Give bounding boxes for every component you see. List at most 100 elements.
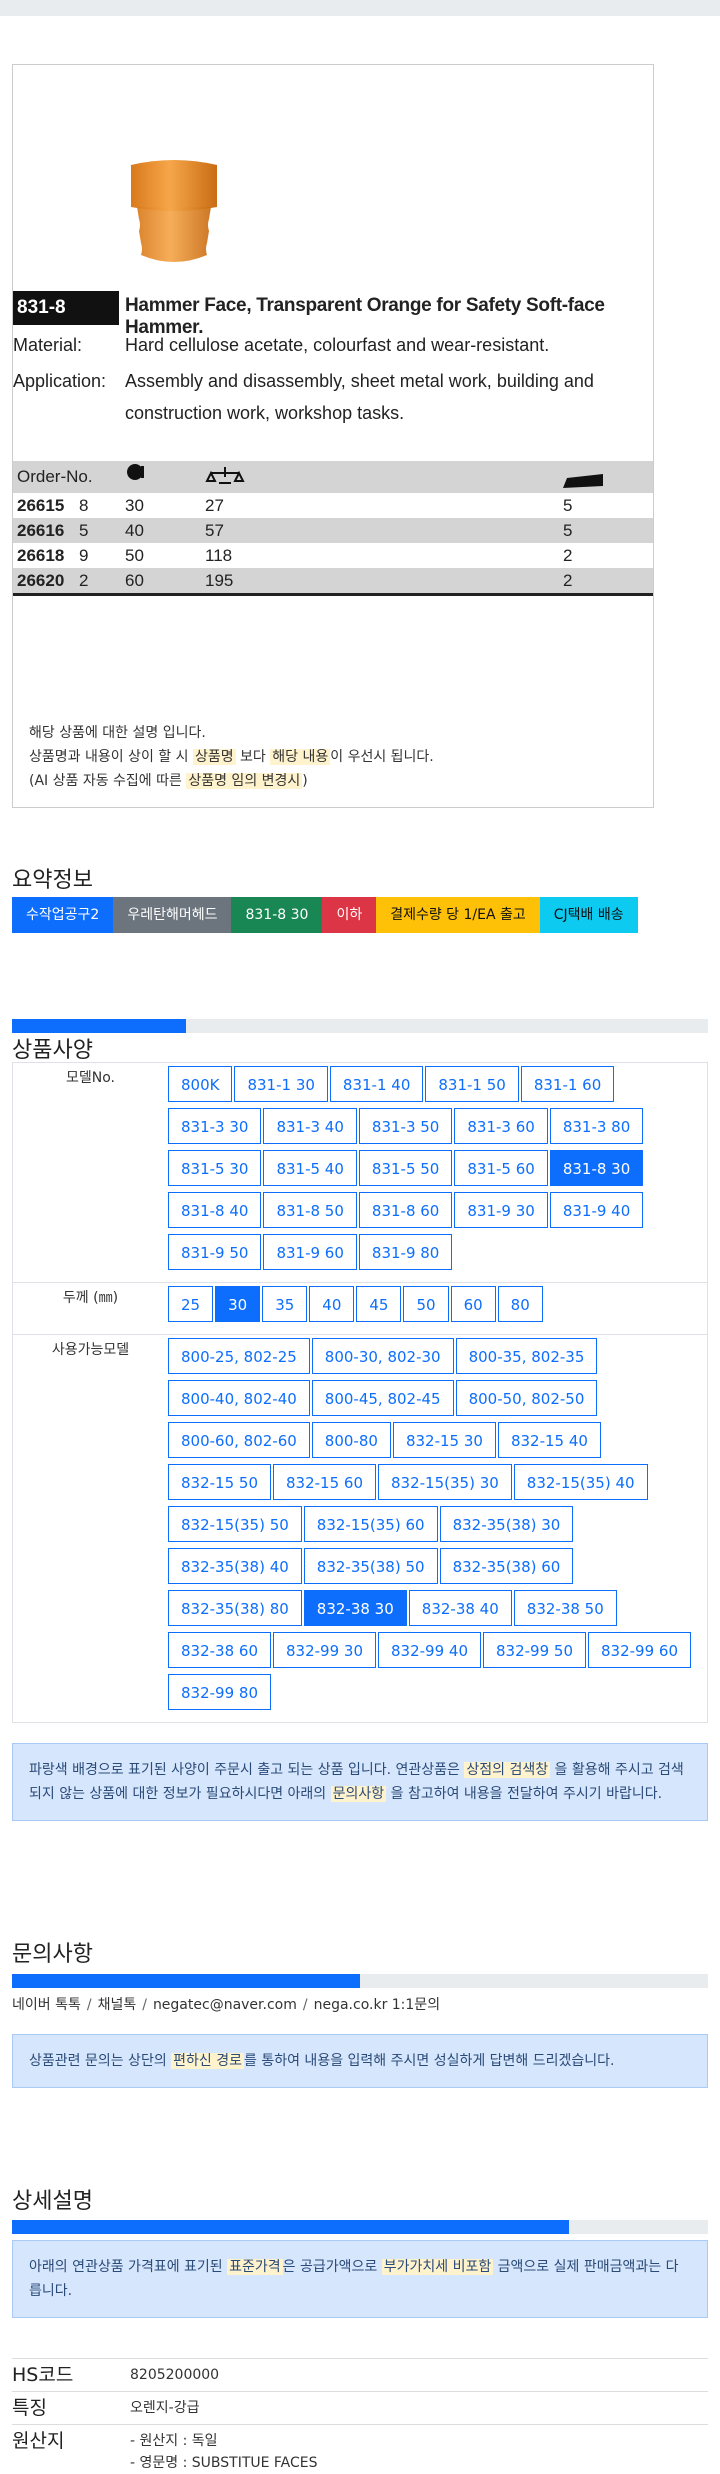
hammer-face-image	[131, 160, 217, 262]
compatible-option[interactable]: 832-15 50	[168, 1464, 271, 1500]
model-option[interactable]: 800K	[168, 1066, 233, 1102]
compatible-option[interactable]: 832-38 60	[168, 1632, 271, 1668]
model-option[interactable]: 831-8 50	[263, 1192, 357, 1228]
compatible-option[interactable]: 832-15 60	[273, 1464, 376, 1500]
compatible-option[interactable]: 832-15 30	[392, 1422, 496, 1458]
compatible-option[interactable]: 832-38 30	[303, 1590, 407, 1626]
compatible-option[interactable]: 832-35(38) 60	[439, 1548, 574, 1584]
thickness-option[interactable]: 25	[168, 1286, 214, 1322]
model-option[interactable]: 831-5 60	[454, 1150, 548, 1186]
compatible-option[interactable]: 832-35(38) 50	[303, 1548, 438, 1584]
compatible-option[interactable]: 832-38 40	[408, 1590, 512, 1626]
thickness-option[interactable]: 40	[309, 1286, 355, 1322]
compatible-option[interactable]: 800-45, 802-45	[311, 1380, 454, 1416]
model-option[interactable]: 831-9 60	[263, 1234, 357, 1270]
model-option[interactable]: 831-1 40	[329, 1066, 424, 1102]
application-label: Application:	[13, 371, 107, 391]
compatible-option[interactable]: 832-99 80	[168, 1674, 271, 1710]
compatible-option[interactable]: 832-15(35) 40	[513, 1464, 648, 1500]
model-label: 모델No.	[65, 1070, 115, 1086]
contact-links: 네이버 톡톡 / 채널톡 / negatec@naver.com / nega.co.kr …	[12, 1997, 441, 2013]
compatible-option[interactable]: 832-15(35) 30	[378, 1464, 512, 1500]
compatible-option[interactable]: 832-35(38) 80	[168, 1590, 302, 1626]
model-option[interactable]: 831-5 40	[263, 1150, 357, 1186]
contact-link[interactable]: 네이버 톡톡	[12, 1997, 81, 2013]
quantity: 2	[563, 546, 573, 565]
spec-row-thickness: 두께 (㎜) 25 30 35 40 45 50 60 80	[13, 1283, 707, 1335]
model-option[interactable]: 831-1 50	[425, 1066, 519, 1102]
compatible-option[interactable]: 832-99 60	[588, 1632, 691, 1668]
compatible-option[interactable]: 800-80	[311, 1422, 391, 1458]
order-no: 26620	[17, 571, 65, 590]
model-option[interactable]: 831-8 60	[358, 1192, 453, 1228]
product-description-box: 831-8 Hammer Face, Transparent Orange fo…	[12, 64, 654, 808]
origin-line-1: - 원산지 : 독일	[130, 2433, 218, 2449]
model-option[interactable]: 831-9 50	[168, 1234, 262, 1270]
model-option[interactable]: 831-8 30	[549, 1150, 644, 1186]
model-option[interactable]: 831-1 30	[234, 1066, 328, 1102]
compatible-option[interactable]: 832-35(38) 40	[168, 1548, 302, 1584]
spec-row-model: 모델No. 800K 831-1 30 831-1 40 831-1 50 831-1 …	[13, 1063, 707, 1283]
compatible-option[interactable]: 832-99 50	[483, 1632, 586, 1668]
hs-code-label: HS코드	[12, 2364, 74, 2386]
inquiry-progress	[12, 1974, 708, 1988]
compatible-option[interactable]: 832-99 40	[378, 1632, 481, 1668]
quantity: 5	[563, 521, 573, 540]
thickness-option[interactable]: 30	[215, 1286, 261, 1322]
model-option[interactable]: 831-9 40	[549, 1192, 644, 1228]
model-option[interactable]: 831-3 80	[549, 1108, 644, 1144]
compatible-option[interactable]: 800-25, 802-25	[168, 1338, 310, 1374]
thickness-option[interactable]: 50	[403, 1286, 449, 1322]
compatible-option[interactable]: 800-50, 802-50	[455, 1380, 598, 1416]
summary-tag: 831-8 30	[231, 897, 323, 933]
model-option[interactable]: 831-3 40	[263, 1108, 357, 1144]
model-option[interactable]: 831-8 40	[168, 1192, 262, 1228]
quantity: 5	[563, 496, 573, 515]
model-option[interactable]: 831-9 30	[454, 1192, 548, 1228]
model-option[interactable]: 831-3 60	[454, 1108, 548, 1144]
diameter: 50	[125, 546, 144, 565]
model-option[interactable]: 831-9 80	[358, 1234, 453, 1270]
compatible-option[interactable]: 800-40, 802-40	[168, 1380, 310, 1416]
contact-link[interactable]: 채널톡	[98, 1997, 137, 2013]
contact-link[interactable]: nega.co.kr 1:1문의	[314, 1997, 440, 2013]
compatible-option[interactable]: 832-35(38) 30	[439, 1506, 574, 1542]
compatible-option[interactable]: 832-38 50	[513, 1590, 617, 1626]
order-no-header: Order-No.	[17, 467, 93, 486]
model-option[interactable]: 831-1 60	[520, 1066, 615, 1102]
detail-progress	[12, 2220, 708, 2234]
compatible-option[interactable]: 800-30, 802-30	[311, 1338, 454, 1374]
note-line-2: 상품명과 내용이 상이 할 시 상품명 보다 해당 내용 이 우선시 됩니다.	[29, 749, 434, 765]
compatible-option[interactable]: 832-99 30	[273, 1632, 376, 1668]
thickness-option[interactable]: 80	[497, 1286, 543, 1322]
top-bar	[0, 0, 720, 16]
compatible-option[interactable]: 800-35, 802-35	[455, 1338, 598, 1374]
description-note: 해당 상품에 대한 설명 입니다. 상품명과 내용이 상이 할 시 상품명 보다…	[29, 721, 434, 793]
detail-table: HS코드 8205200000 특징 오렌지-강급 원산지 - 원산지 : 독일…	[12, 2358, 708, 2474]
material-text: Hard cellulose acetate, colourfast and w…	[125, 335, 550, 355]
spec-table: 모델No. 800K 831-1 30 831-1 40 831-1 50 831-1 …	[12, 1062, 708, 1723]
diameter: 30	[125, 496, 144, 515]
thickness-option[interactable]: 45	[356, 1286, 402, 1322]
model-option[interactable]: 831-3 50	[358, 1108, 453, 1144]
catalog-table: Order-No. 8 26615 30 27 5 5 26616 40 57 5 9 26618 50…	[13, 461, 653, 596]
summary-tag: 결제수량 당 1/EA 출고	[376, 897, 540, 933]
thickness-option[interactable]: 35	[262, 1286, 308, 1322]
hs-code-value: 8205200000	[130, 2367, 220, 2383]
model-option[interactable]: 831-5 30	[168, 1150, 262, 1186]
compatible-option[interactable]: 832-15 40	[497, 1422, 601, 1458]
contact-link[interactable]: negatec@naver.com	[153, 1997, 297, 2013]
thickness-option[interactable]: 60	[450, 1286, 496, 1322]
quantity: 2	[563, 571, 573, 590]
model-options: 800K 831-1 30 831-1 40 831-1 50 831-1 60 831-…	[168, 1063, 707, 1282]
compatible-option[interactable]: 832-15(35) 50	[168, 1506, 302, 1542]
application-text: Assembly and disassembly, sheet metal wo…	[125, 371, 594, 423]
check-digit: 8	[79, 496, 89, 515]
model-option[interactable]: 831-3 30	[168, 1108, 262, 1144]
catalog-code: 831-8	[13, 291, 119, 325]
compatible-option[interactable]: 832-15(35) 60	[303, 1506, 438, 1542]
hs-code-row: HS코드 8205200000	[12, 2358, 708, 2391]
model-option[interactable]: 831-5 50	[358, 1150, 453, 1186]
summary-tags: 수작업공구2 우레탄해머헤드 831-8 30 이하 결제수량 당 1/EA 출고 CJ택…	[12, 897, 638, 933]
compatible-option[interactable]: 800-60, 802-60	[168, 1422, 310, 1458]
